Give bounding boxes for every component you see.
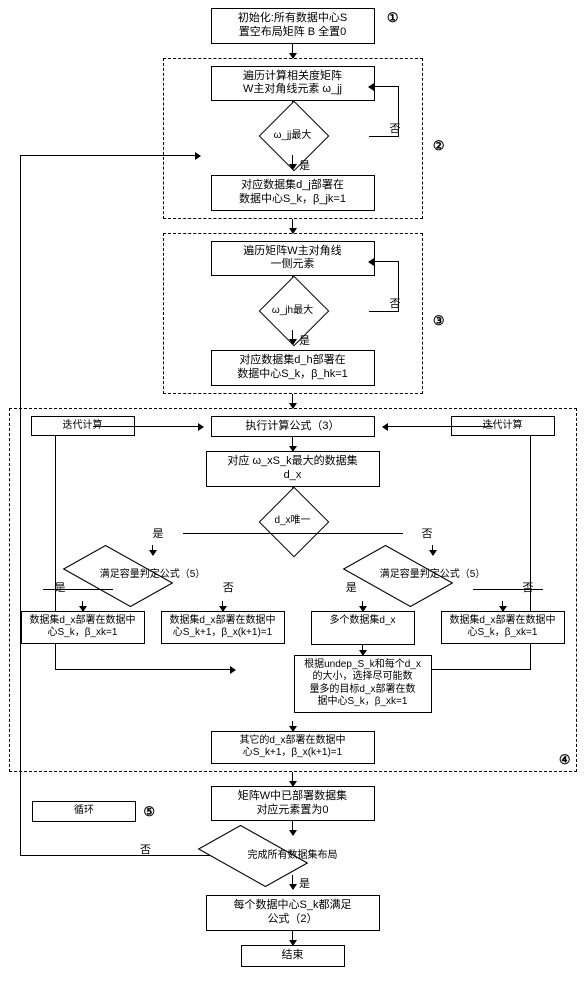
node-deploy2: 对应数据集d_h部署在 数据中心S_k，β_hk=1 (211, 350, 375, 386)
node-reset0: 矩阵W中已部署数据集 对应元素置为0 (211, 786, 375, 822)
branch-no-capR: 否 (522, 579, 533, 595)
leaf-rr: 数据集d_x部署在数据中 心S_k，β_xk=1 (441, 611, 565, 644)
branch-no-capL: 否 (223, 579, 234, 595)
branch-no-unique: 否 (422, 525, 433, 541)
stage-3: ③ (433, 313, 445, 329)
leaf-ll: 数据集d_x部署在数据中 心S_k，β_xk=1 (21, 611, 145, 644)
loop-box: 循环 ⑤ (32, 801, 136, 822)
node-maxdata: 对应 ω_xS_k最大的数据集 d_x (206, 451, 380, 487)
branch-no-2: 否 (390, 295, 401, 311)
decision-dx-unique: d_x唯一 (259, 501, 327, 541)
node-init: 初始化:所有数据中心S 置空布局矩阵 B 全置0 (211, 8, 375, 44)
branch-no-1: 否 (390, 120, 401, 136)
branch-yes-2: 是 (299, 332, 310, 348)
decision-wjj-max: ω_jj最大 (259, 115, 327, 155)
node-deploy1: 对应数据集d_j部署在 数据中心S_k，β_jk=1 (211, 175, 375, 211)
stage-5: ⑤ (143, 804, 155, 820)
decision-wjh-max: ω_jh最大 (259, 290, 327, 330)
leaf-rm: 多个数据集d_x (311, 611, 415, 645)
branch-yes-alldone: 是 (299, 875, 310, 891)
branch-yes-capR: 是 (346, 579, 357, 595)
branch-yes-1: 是 (299, 157, 310, 173)
node-sat2: 每个数据中心S_k都满足 公式（2） (206, 895, 380, 931)
branch-yes-capL: 是 (55, 579, 66, 595)
branch-no-alldone: 否 (140, 841, 151, 857)
node-other: 其它的d_x部署在数据中 心S_k+1，β_x(k+1)=1 (211, 731, 375, 764)
stage-1: ① (387, 10, 399, 26)
branch-yes-unique: 是 (153, 525, 164, 541)
stage-2: ② (433, 138, 445, 154)
leaf-undep: 根据undep_S_k和每个d_x 的大小，选择尽可能数 量多的目标d_x部署在… (294, 655, 432, 713)
leaf-lr: 数据集d_x部署在数据中 心S_k+1，β_x(k+1)=1 (161, 611, 285, 644)
node-trav-side: 遍历矩阵W主对角线 一侧元素 (211, 241, 375, 277)
node-trav-wjj: 遍历计算相关度矩阵 W主对角线元素 ω_jj (211, 66, 375, 102)
node-end: 结束 (241, 945, 345, 967)
decision-all-done: 完成所有数据集布局 (218, 835, 368, 875)
node-exec3: 执行计算公式（3） (211, 416, 375, 438)
